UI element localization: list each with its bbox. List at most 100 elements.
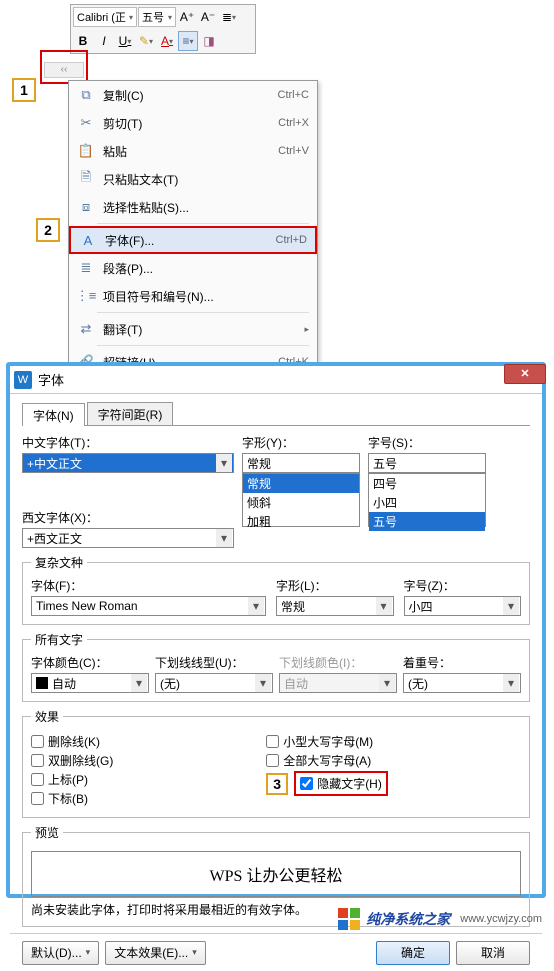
font-color-button[interactable]: A▾	[157, 31, 177, 51]
underline-style-combo[interactable]: (无)▾	[155, 673, 273, 693]
cancel-button[interactable]: 取消	[456, 941, 530, 965]
menu-font-label: 字体(F)...	[105, 232, 276, 249]
size-opt-0[interactable]: 四号	[369, 474, 485, 493]
chevron-down-icon: ▾	[503, 674, 519, 692]
tab-spacing[interactable]: 字符间距(R)	[87, 402, 174, 425]
increase-font-button[interactable]: A⁺	[177, 7, 197, 27]
chk-smallcaps-input[interactable]	[266, 735, 279, 748]
chk-super-input[interactable]	[31, 773, 44, 786]
chevron-down-icon: ▾	[503, 597, 519, 615]
menu-paragraph[interactable]: ≣ 段落(P)...	[69, 254, 317, 282]
chk-smallcaps[interactable]: 小型大写字母(M)	[266, 733, 388, 750]
default-button[interactable]: 默认(D)...	[22, 941, 99, 965]
chevron-down-icon: ▾	[216, 529, 232, 547]
menu-cut[interactable]: ✂ 剪切(T) Ctrl+X	[69, 109, 317, 137]
chevron-down-icon: ▾	[216, 454, 232, 472]
linespace-button[interactable]: ≣▾	[219, 7, 239, 27]
text-effect-button[interactable]: 文本效果(E)...	[105, 941, 206, 965]
chk-sub[interactable]: 下标(B)	[31, 790, 144, 807]
align-button[interactable]: ≡▾	[178, 31, 198, 51]
chevron-down-icon: ▾	[255, 674, 271, 692]
menu-copy[interactable]: ⧉ 复制(C) Ctrl+C	[69, 81, 317, 109]
italic-button[interactable]: I	[94, 31, 114, 51]
preview-legend: 预览	[31, 824, 63, 841]
size-combo[interactable]: 五号	[368, 453, 486, 473]
style-opt-italic[interactable]: 倾斜	[243, 493, 359, 512]
font-color-value: 自动	[52, 675, 76, 692]
style-combo[interactable]: 常规	[242, 453, 360, 473]
formatting-toolbar: Calibri (正▾ 五号▾ A⁺ A⁻ ≣▾ B I U▾ ✎▾ A▾ ≡▾…	[70, 4, 256, 54]
chk-strike-input[interactable]	[31, 735, 44, 748]
chevron-down-icon: ▾	[376, 597, 392, 615]
chk-super[interactable]: 上标(P)	[31, 771, 144, 788]
menu-paste-text[interactable]: 🗎 只粘贴文本(T)	[69, 165, 317, 193]
emphasis-combo[interactable]: (无)▾	[403, 673, 521, 693]
chk-strike[interactable]: 删除线(K)	[31, 733, 144, 750]
style-listbox[interactable]: 常规 倾斜 加粗	[242, 473, 360, 527]
close-button[interactable]: ✕	[504, 364, 546, 384]
paste-icon: 📋	[77, 142, 95, 160]
chevron-down-icon: ▾	[131, 674, 147, 692]
bullets-icon: ⋮≡	[77, 287, 95, 305]
chevron-down-icon: ▾	[169, 37, 173, 46]
highlight-button[interactable]: ✎▾	[136, 31, 156, 51]
chevron-down-icon: ▾	[127, 37, 131, 46]
menu-paste[interactable]: 📋 粘贴 Ctrl+V	[69, 137, 317, 165]
cjk-font-value: +中文正文	[27, 455, 82, 472]
menu-paste-special[interactable]: ⧈ 选择性粘贴(S)...	[69, 193, 317, 221]
font-dialog: W 字体 ✕ 字体(N) 字符间距(R) 中文字体(T)： +中文正文▾ 字形(…	[6, 362, 546, 898]
menu-paste-shortcut: Ctrl+V	[278, 145, 309, 157]
color-swatch	[36, 677, 48, 689]
menu-translate[interactable]: ⇄ 翻译(T) ▸	[69, 315, 317, 343]
underline-color-combo: 自动▾	[279, 673, 397, 693]
translate-icon: ⇄	[77, 320, 95, 338]
chk-hidden[interactable]: 隐藏文字(H)	[300, 775, 382, 792]
cx-style-combo[interactable]: 常规▾	[276, 596, 394, 616]
chk-sub-input[interactable]	[31, 792, 44, 805]
ok-button[interactable]: 确定	[376, 941, 450, 965]
menu-bullets[interactable]: ⋮≡ 项目符号和编号(N)...	[69, 282, 317, 310]
cjk-font-combo[interactable]: +中文正文 ▾	[22, 453, 234, 473]
chk-strike-label: 删除线(K)	[48, 733, 100, 750]
size-opt-2[interactable]: 五号	[369, 512, 485, 531]
copy-icon: ⧉	[77, 86, 95, 104]
tab-font[interactable]: 字体(N)	[22, 403, 85, 426]
menu-paste-label: 粘贴	[103, 143, 278, 160]
callout-3: 3	[266, 773, 288, 795]
chevron-down-icon: ▾	[379, 674, 395, 692]
size-listbox[interactable]: 四号 小四 五号	[368, 473, 486, 527]
chk-allcaps[interactable]: 全部大写字母(A)	[266, 752, 388, 769]
decrease-font-button[interactable]: A⁻	[198, 7, 218, 27]
watermark-url: www.ycwjzy.com	[460, 913, 542, 925]
chevron-down-icon: ▾	[149, 37, 153, 46]
font-size-combo[interactable]: 五号▾	[138, 7, 176, 27]
highlight-icon: ✎	[139, 34, 149, 48]
chk-hidden-input[interactable]	[300, 777, 313, 790]
dialog-tabs: 字体(N) 字符间距(R)	[22, 402, 530, 426]
linespace-icon: ≣	[222, 10, 232, 24]
cx-font-combo[interactable]: Times New Roman▾	[31, 596, 266, 616]
menu-copy-shortcut: Ctrl+C	[278, 89, 309, 101]
underline-button[interactable]: U▾	[115, 31, 135, 51]
chk-allcaps-input[interactable]	[266, 754, 279, 767]
chk-dstrike-input[interactable]	[31, 754, 44, 767]
size-opt-1[interactable]: 小四	[369, 493, 485, 512]
emphasis-label: 着重号：	[403, 654, 521, 671]
menu-translate-label: 翻译(T)	[103, 321, 302, 338]
cx-size-combo[interactable]: 小四 ▾	[404, 596, 522, 616]
bold-button[interactable]: B	[73, 31, 93, 51]
font-name-combo[interactable]: Calibri (正▾	[73, 7, 137, 27]
menu-separator	[97, 223, 309, 224]
chk-dstrike[interactable]: 双删除线(G)	[31, 752, 144, 769]
menu-separator	[97, 312, 309, 313]
clear-format-button[interactable]: ◨	[199, 31, 219, 51]
style-opt-regular[interactable]: 常规	[243, 474, 359, 493]
cx-size-value: 小四	[409, 598, 433, 615]
font-color-combo[interactable]: 自动 ▾	[31, 673, 149, 693]
latin-font-combo[interactable]: +西文正文▾	[22, 528, 234, 548]
paste-text-icon: 🗎	[77, 170, 95, 188]
style-opt-bold[interactable]: 加粗	[243, 512, 359, 531]
menu-font[interactable]: A 字体(F)... Ctrl+D	[69, 226, 317, 254]
chk-hidden-label: 隐藏文字(H)	[317, 775, 382, 792]
menu-paste-special-label: 选择性粘贴(S)...	[103, 199, 309, 216]
